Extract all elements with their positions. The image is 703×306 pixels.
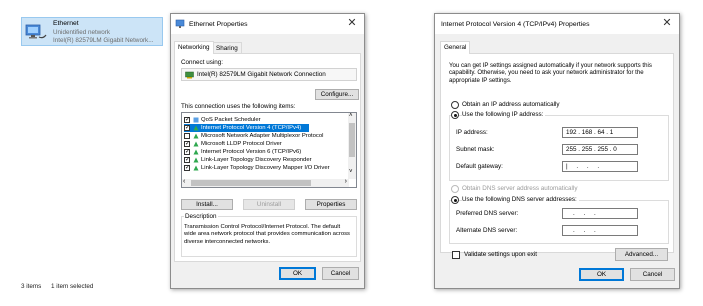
connection-status: Unidentified network <box>53 29 111 36</box>
ip-address-label: IP address: <box>456 129 488 136</box>
list-item-label: Microsoft Network Adapter Multiplexor Pr… <box>201 133 324 139</box>
list-item-label: Link-Layer Topology Discovery Mapper I/O… <box>201 165 330 171</box>
general-panel: You can get IP settings assigned automat… <box>440 53 674 259</box>
list-item-label: Microsoft LLDP Protocol Driver <box>201 141 282 147</box>
cancel-button[interactable]: Cancel <box>322 267 359 280</box>
adapter-name: Intel(R) 82579LM Gigabit Network Connect… <box>197 71 326 78</box>
protocol-icon <box>193 133 199 139</box>
adapter-box: Intel(R) 82579LM Gigabit Network Connect… <box>181 68 357 81</box>
tab-networking[interactable]: Networking <box>174 41 214 54</box>
networking-panel: Connect using: Intel(R) 82579LM Gigabit … <box>174 53 361 262</box>
connection-adapter: Intel(R) 82579LM Gigabit Network... <box>53 37 154 44</box>
scroll-down-icon[interactable]: ˅ <box>349 169 353 175</box>
info-text: You can get IP settings assigned automat… <box>449 62 652 84</box>
explorer-status-bar: 3 items 1 item selected <box>21 283 101 290</box>
scroll-right-icon[interactable]: › <box>345 178 347 185</box>
default-gateway-label: Default gateway: <box>456 163 503 170</box>
alternate-dns-field[interactable]: . . . <box>562 225 638 236</box>
protocol-icon <box>193 157 199 163</box>
default-gateway-field[interactable]: | . . . <box>562 161 638 172</box>
scroll-up-icon[interactable]: ˄ <box>349 113 353 119</box>
horizontal-scrollbar[interactable]: ‹ › <box>182 178 349 187</box>
validate-label: Validate settings upon exit <box>464 251 538 258</box>
network-adapter-icon <box>175 19 185 28</box>
subnet-mask-field[interactable]: 255 . 255 . 255 . 0 <box>562 144 638 155</box>
ipv4-properties-dialog: Internet Protocol Version 4 (TCP/IPv4) P… <box>434 13 680 289</box>
subnet-mask-label: Subnet mask: <box>456 146 495 153</box>
ethernet-properties-dialog: Ethernet Properties ✕ Networking Sharing… <box>170 13 365 289</box>
checkbox[interactable]: ✓ <box>184 125 190 131</box>
protocol-icon <box>193 149 199 155</box>
checkbox[interactable] <box>184 133 190 139</box>
ok-button[interactable]: OK <box>579 268 624 281</box>
properties-button[interactable]: Properties <box>305 199 357 210</box>
protocol-icon <box>193 165 199 171</box>
checkbox[interactable]: ✓ <box>184 117 190 123</box>
use-ip-label: Use the following IP address: <box>462 111 546 118</box>
ip-address-field[interactable]: 192 . 168 . 64 . 1 <box>562 127 638 138</box>
dialog-title: Internet Protocol Version 4 (TCP/IPv4) P… <box>441 20 590 28</box>
checkbox[interactable]: ✓ <box>184 157 190 163</box>
protocol-icon <box>193 125 199 131</box>
list-item-label: Internet Protocol Version 4 (TCP/IPv4) <box>201 125 302 131</box>
advanced-button[interactable]: Advanced... <box>615 248 668 261</box>
list-item[interactable]: ✓ Link-Layer Topology Discovery Mapper I… <box>184 164 330 172</box>
status-item-count: 3 items <box>21 283 42 290</box>
description-group: Description Transmission Control Protoco… <box>181 213 357 257</box>
close-icon[interactable]: ✕ <box>661 17 673 29</box>
items-label: This connection uses the following items… <box>181 103 296 110</box>
ethernet-adapter-icon <box>25 24 47 39</box>
list-item-label: Link-Layer Topology Discovery Responder <box>201 157 312 163</box>
status-selected-count: 1 item selected <box>51 283 94 290</box>
use-dns-label: Use the following DNS server addresses: <box>462 196 579 203</box>
hscroll-thumb[interactable] <box>191 180 311 186</box>
list-item-label: QoS Packet Scheduler <box>201 117 261 123</box>
ok-button[interactable]: OK <box>279 267 316 280</box>
vertical-scrollbar[interactable]: ˄ ˅ <box>348 113 356 179</box>
description-label: Description <box>184 213 218 220</box>
scrollbar-thumb[interactable] <box>349 123 355 157</box>
network-connection-item[interactable]: Ethernet Unidentified network Intel(R) 8… <box>21 17 163 46</box>
qos-icon <box>193 117 199 123</box>
list-item[interactable]: ✓ Internet Protocol Version 6 (TCP/IPv6) <box>184 148 301 156</box>
protocol-icon <box>193 141 199 147</box>
validate-checkbox[interactable] <box>452 251 460 259</box>
dialog-title: Ethernet Properties <box>189 20 248 28</box>
checkbox[interactable]: ✓ <box>184 141 190 147</box>
obtain-ip-label: Obtain an IP address automatically <box>462 101 560 108</box>
list-item[interactable]: ✓ QoS Packet Scheduler <box>184 116 261 124</box>
list-item[interactable]: ✓ Link-Layer Topology Discovery Responde… <box>184 156 312 164</box>
configure-button[interactable]: Configure... <box>315 89 359 100</box>
close-icon[interactable]: ✕ <box>346 17 358 29</box>
use-dns-radio[interactable] <box>451 196 459 204</box>
obtain-dns-label: Obtain DNS server address automatically <box>462 185 578 192</box>
checkbox[interactable]: ✓ <box>184 149 190 155</box>
dialog-titlebar: Ethernet Properties ✕ <box>171 14 364 34</box>
list-item[interactable]: ✓ Microsoft LLDP Protocol Driver <box>184 140 282 148</box>
uninstall-button[interactable]: Uninstall <box>243 199 295 210</box>
list-item-label: Internet Protocol Version 6 (TCP/IPv6) <box>201 149 302 155</box>
dns-group <box>449 200 669 244</box>
connection-name: Ethernet <box>53 20 79 27</box>
obtain-ip-radio[interactable] <box>451 101 459 109</box>
components-list: ✓ QoS Packet Scheduler ✓ Internet Protoc… <box>181 112 357 188</box>
checkbox[interactable]: ✓ <box>184 165 190 171</box>
description-text: Transmission Control Protocol/Internet P… <box>184 224 350 245</box>
scroll-left-icon[interactable]: ‹ <box>183 178 185 185</box>
use-ip-radio[interactable] <box>451 111 459 119</box>
list-item[interactable]: Microsoft Network Adapter Multiplexor Pr… <box>184 132 323 140</box>
alternate-dns-label: Alternate DNS server: <box>456 227 518 234</box>
preferred-dns-label: Preferred DNS server: <box>456 210 519 217</box>
network-card-icon <box>185 71 194 78</box>
dialog-titlebar: Internet Protocol Version 4 (TCP/IPv4) P… <box>435 14 679 34</box>
tab-general[interactable]: General <box>440 41 471 54</box>
preferred-dns-field[interactable]: . . . <box>562 208 638 219</box>
connect-using-label: Connect using: <box>181 59 224 66</box>
list-item-selected[interactable]: ✓ Internet Protocol Version 4 (TCP/IPv4) <box>184 124 309 132</box>
obtain-dns-radio[interactable] <box>451 185 459 193</box>
cancel-button[interactable]: Cancel <box>630 268 675 281</box>
install-button[interactable]: Install... <box>181 199 233 210</box>
